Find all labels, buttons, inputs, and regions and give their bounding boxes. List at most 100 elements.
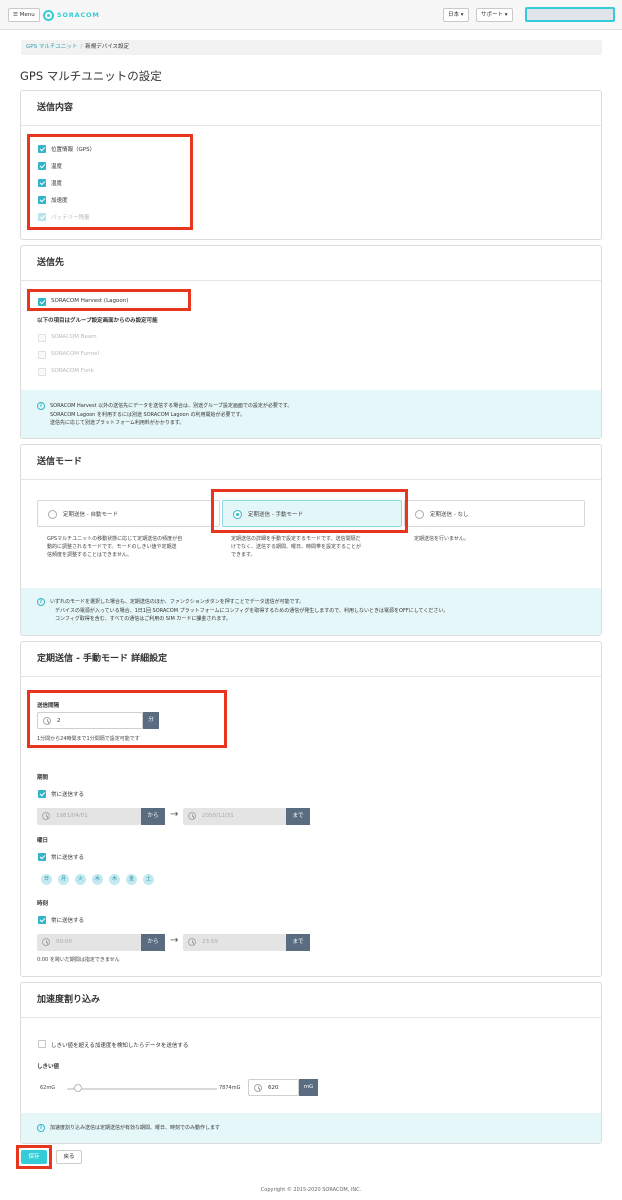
auto-mode-radio[interactable] bbox=[48, 510, 57, 519]
auto-mode-desc-line: 信頻度を調整することはできません。 bbox=[47, 552, 132, 558]
send-mode-info-line-1: いずれのモードを選択した場合も、定期送信のほか、ファンクションボタンを押すことで… bbox=[50, 599, 305, 605]
threshold-input[interactable]: 620 bbox=[248, 1079, 299, 1096]
manual-mode-highlight bbox=[211, 489, 408, 533]
send-mode-info-line-3: コンフィグ取得を含む、すべての通信はご利用の SIM カードに課金されます。 bbox=[55, 616, 231, 622]
breadcrumb-current: 新規デバイス設定 bbox=[85, 44, 130, 50]
auto-mode-description: GPSマルチユニットの移動状態に応じて定期送信の頻度が自 動的に調整されるモード… bbox=[47, 535, 182, 559]
weekday-tue: 火 bbox=[75, 874, 86, 885]
period-from-input: 1981/04/01 bbox=[37, 808, 141, 825]
time-label: 時刻 bbox=[37, 901, 49, 907]
group-settings-note: 以下の項目はグループ設定画面からのみ設定可能 bbox=[37, 318, 158, 324]
acceleration-info-box: i 加速度割り込み送信は定期送信が有効な期間、曜日、時刻でのみ動作します bbox=[21, 1113, 601, 1143]
threshold-checkbox[interactable] bbox=[38, 1040, 46, 1048]
breadcrumb-separator: / bbox=[80, 44, 83, 50]
threshold-slider-track[interactable] bbox=[67, 1088, 217, 1090]
interval-highlight bbox=[27, 690, 227, 748]
send-mode-heading: 送信モード bbox=[21, 445, 601, 480]
support-dropdown[interactable]: サポート ▾ bbox=[476, 8, 513, 22]
acceleration-panel: 加速度割り込み しきい値を超える加速度を検知したらデータを送信する しきい値 6… bbox=[20, 982, 602, 1144]
threshold-slider-thumb[interactable] bbox=[73, 1084, 82, 1092]
none-mode-desc-line: 定期送信を行いません。 bbox=[414, 536, 469, 542]
destination-info-line-1: SORACOM Harvest 以外の送信先にデータを送信する場合は、別途グルー… bbox=[50, 403, 293, 409]
period-to-value: 2050/12/31 bbox=[202, 813, 234, 819]
send-content-highlight bbox=[27, 134, 193, 230]
time-to-value: 23:59 bbox=[202, 939, 218, 945]
weekday-sat: 土 bbox=[143, 874, 154, 885]
threshold-value: 620 bbox=[268, 1085, 279, 1091]
weekday-always-checkbox[interactable] bbox=[38, 853, 46, 861]
time-always-checkbox[interactable] bbox=[38, 916, 46, 924]
period-always-checkbox[interactable] bbox=[38, 790, 46, 798]
weekday-thu: 木 bbox=[109, 874, 120, 885]
beam-checkbox bbox=[38, 334, 46, 342]
logo-text: SORACOM bbox=[57, 11, 100, 19]
weekday-selector: 日 月 火 水 木 金 土 bbox=[41, 874, 161, 885]
soracom-logo-icon bbox=[43, 9, 54, 21]
time-from-input: 00:00 bbox=[37, 934, 141, 951]
auto-mode-desc-line: GPSマルチユニットの移動状態に応じて定期送信の頻度が自 bbox=[47, 536, 183, 542]
time-from-suffix: から bbox=[141, 934, 165, 951]
info-icon: i bbox=[37, 1124, 45, 1132]
destination-highlight bbox=[27, 289, 191, 311]
manual-mode-desc-line: 定期送信の詳細を手動で設定するモードです。送信間隔だ bbox=[231, 536, 361, 542]
footer-copyright: Copyright © 2015-2020 SORACOM, INC. bbox=[260, 1187, 362, 1193]
send-content-heading: 送信内容 bbox=[21, 91, 601, 126]
funk-checkbox-label: SORACOM Funk bbox=[51, 368, 94, 374]
threshold-checkbox-label: しきい値を超える加速度を検知したらデータを送信する bbox=[51, 1043, 189, 1049]
none-mode-option[interactable]: 定期送信 - なし bbox=[404, 500, 585, 527]
auto-mode-option[interactable]: 定期送信 - 自動モード bbox=[37, 500, 220, 527]
time-to-input: 23:59 bbox=[183, 934, 286, 951]
destination-panel: 送信先 SORACOM Harvest (Lagoon) 以下の項目はグループ設… bbox=[20, 245, 602, 439]
calendar-icon bbox=[188, 812, 196, 820]
send-mode-info-line-2: デバイスの電源が入っている場合、1日1回 SORACOM プラットフォームにコン… bbox=[55, 607, 449, 614]
weekday-label: 曜日 bbox=[37, 838, 49, 844]
time-help: 0:00 を跨いだ期間は指定できません bbox=[37, 957, 120, 963]
breadcrumb: GPS マルチユニット / 新規デバイス設定 bbox=[21, 40, 602, 55]
language-dropdown[interactable]: 日本 ▾ bbox=[443, 8, 469, 22]
back-button[interactable]: 戻る bbox=[56, 1150, 82, 1164]
slider-min-label: 62mG bbox=[40, 1085, 56, 1091]
none-mode-description: 定期送信を行いません。 bbox=[414, 535, 469, 543]
funnel-checkbox bbox=[38, 351, 46, 359]
user-account-menu[interactable] bbox=[525, 7, 615, 22]
destination-info-line-2: SORACOM Lagoon を利用するには別途 SORACOM Lagoon … bbox=[50, 411, 245, 418]
none-mode-label: 定期送信 - なし bbox=[430, 512, 469, 518]
weekday-always-label: 常に送信する bbox=[51, 855, 85, 861]
destination-heading: 送信先 bbox=[21, 246, 601, 281]
period-to-input: 2050/12/31 bbox=[183, 808, 286, 825]
info-icon: i bbox=[37, 598, 45, 606]
destination-info-line-3: 送信先に応じて別途プラットフォーム利用料がかかります。 bbox=[50, 420, 185, 426]
info-icon: i bbox=[37, 402, 45, 410]
period-always-label: 常に送信する bbox=[51, 792, 85, 798]
beam-checkbox-label: SORACOM Beam bbox=[51, 334, 97, 340]
manual-mode-desc-line: けでなく、送信する期間、曜日、時間帯を設定することが bbox=[231, 544, 362, 550]
arrow-right-icon: → bbox=[170, 809, 179, 820]
threshold-label: しきい値 bbox=[37, 1064, 60, 1070]
arrow-right-icon: → bbox=[170, 935, 179, 946]
destination-info-box: i SORACOM Harvest 以外の送信先にデータを送信する場合は、別途グ… bbox=[21, 390, 601, 438]
time-from-value: 00:00 bbox=[56, 939, 72, 945]
save-highlight bbox=[16, 1145, 52, 1169]
none-mode-radio[interactable] bbox=[415, 510, 424, 519]
acceleration-info-text: 加速度割り込み送信は定期送信が有効な期間、曜日、時刻でのみ動作します bbox=[50, 1125, 221, 1131]
period-label: 期間 bbox=[37, 775, 49, 781]
page-title: GPS マルチユニットの設定 bbox=[20, 69, 162, 83]
manual-detail-heading: 定期送信 - 手動モード 詳細設定 bbox=[21, 642, 601, 677]
period-from-value: 1981/04/01 bbox=[56, 813, 88, 819]
time-to-suffix: まで bbox=[286, 934, 310, 951]
send-mode-panel: 送信モード 定期送信 - 自動モード 定期送信 - 手動モード 定期送信 - な… bbox=[20, 444, 602, 636]
weekday-sun: 日 bbox=[41, 874, 52, 885]
menu-button[interactable]: ☰ Menu bbox=[8, 8, 40, 22]
manual-mode-desc-line: できます。 bbox=[231, 552, 256, 558]
period-from-suffix: から bbox=[141, 808, 165, 825]
gauge-icon bbox=[254, 1084, 262, 1092]
calendar-icon bbox=[42, 812, 50, 820]
send-mode-info-box: i いずれのモードを選択した場合も、定期送信のほか、ファンクションボタンを押すこ… bbox=[21, 588, 601, 635]
breadcrumb-parent[interactable]: GPS マルチユニット bbox=[26, 44, 77, 50]
soracom-logo[interactable]: SORACOM bbox=[43, 9, 100, 21]
funnel-checkbox-label: SORACOM Funnel bbox=[51, 351, 99, 357]
weekday-fri: 金 bbox=[126, 874, 137, 885]
clock-icon bbox=[42, 938, 50, 946]
time-always-label: 常に送信する bbox=[51, 918, 85, 924]
acceleration-heading: 加速度割り込み bbox=[21, 983, 601, 1018]
